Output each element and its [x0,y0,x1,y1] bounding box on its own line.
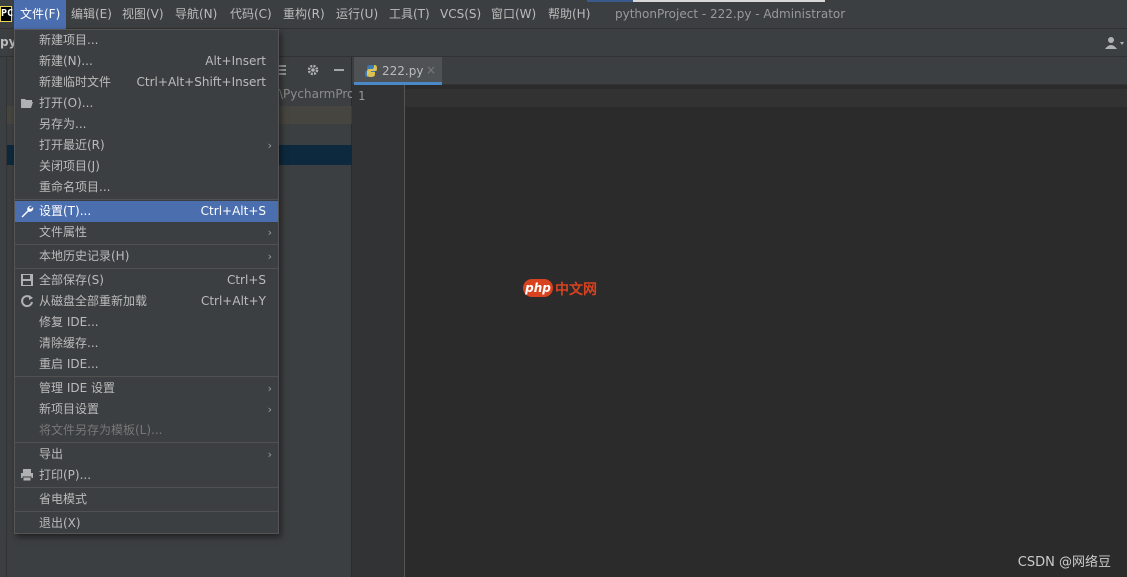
menu-item-invalidate-caches[interactable]: 清除缓存... [15,333,278,354]
menu-item-repair-ide[interactable]: 修复 IDE... [15,312,278,333]
menu-item-new-project-settings[interactable]: 新项目设置 › [15,399,278,420]
php-logo-watermark: php [523,279,553,297]
chevron-right-icon: › [267,250,272,263]
menu-item-file-properties[interactable]: 文件属性 › [15,222,278,243]
menu-help[interactable]: 帮助(H) [542,0,596,29]
menu-separator [15,442,278,443]
menu-window[interactable]: 窗口(W) [485,0,542,29]
python-file-icon [364,64,378,78]
menu-item-manage-ide-settings[interactable]: 管理 IDE 设置 › [15,378,278,399]
menu-item-rename-project[interactable]: 重命名项目... [15,177,278,198]
menu-separator [15,199,278,200]
menu-separator [15,376,278,377]
csdn-watermark: CSDN @网络豆 [1017,555,1111,570]
close-icon[interactable]: × [426,63,436,77]
menu-bar: PC 文件(F) 编辑(E) 视图(V) 导航(N) 代码(C) 重构(R) 运… [0,0,1127,29]
user-icon[interactable] [1105,36,1124,50]
chevron-right-icon: › [267,226,272,239]
menu-item-settings[interactable]: 设置(T)... Ctrl+Alt+S [15,201,278,222]
chevron-right-icon: › [267,139,272,152]
chevron-right-icon: › [267,403,272,416]
minimize-icon[interactable] [331,63,347,79]
menu-item-new[interactable]: 新建(N)... Alt+Insert [15,51,278,72]
menu-item-open-recent[interactable]: 打开最近(R) › [15,135,278,156]
current-line-highlight [405,89,1127,107]
menu-refactor[interactable]: 重构(R) [277,0,331,29]
menu-view[interactable]: 视图(V) [116,0,170,29]
menu-navigate[interactable]: 导航(N) [169,0,223,29]
menu-item-save-as[interactable]: 另存为... [15,114,278,135]
project-root-path[interactable]: \PycharmProj [279,87,352,101]
tab-222-py[interactable]: 222.py × [354,57,442,85]
menu-file[interactable]: 文件(F) [14,0,67,29]
menu-item-local-history[interactable]: 本地历史记录(H) › [15,246,278,267]
menu-item-new-project[interactable]: 新建项目... [15,30,278,51]
menu-item-open[interactable]: 打开(O)... [15,93,278,114]
left-tool-stripe [0,57,7,577]
menu-separator [15,268,278,269]
folder-open-icon [20,96,34,110]
file-dropdown-menu: 新建项目... 新建(N)... Alt+Insert 新建临时文件 Ctrl+Al… [14,29,279,534]
window-title: pythonProject - 222.py - Administrator [615,7,846,21]
menu-item-print[interactable]: 打印(P)... [15,465,278,486]
menu-item-reload-all[interactable]: 从磁盘全部重新加载 Ctrl+Alt+Y [15,291,278,312]
menu-item-new-scratch-file[interactable]: 新建临时文件 Ctrl+Alt+Shift+Insert [15,72,278,93]
menu-separator [15,487,278,488]
print-icon [20,468,34,482]
line-number: 1 [358,89,366,103]
reload-icon [20,294,34,308]
menu-tools[interactable]: 工具(T) [383,0,436,29]
menu-item-save-as-template: 将文件另存为模板(L)... [39,423,163,437]
gear-icon[interactable] [305,63,321,79]
php-site-watermark: 中文网 [555,282,597,298]
menu-item-power-save-mode[interactable]: 省电模式 [15,489,278,510]
editor-tab-bar: 222.py × [352,57,1127,85]
code-editor[interactable] [405,85,1127,577]
menu-separator [15,244,278,245]
menu-item-exit[interactable]: 退出(X) [15,513,278,534]
editor-gutter: 1 [352,85,405,577]
menu-separator [15,511,278,512]
menu-vcs[interactable]: VCS(S) [434,0,487,29]
menu-item-export[interactable]: 导出 › [15,444,278,465]
menu-item-save-all[interactable]: 全部保存(S) Ctrl+S [15,270,278,291]
tab-label: 222.py [382,64,424,78]
menu-run[interactable]: 运行(U) [330,0,384,29]
wrench-icon [20,204,34,218]
chevron-right-icon: › [267,382,272,395]
pycharm-logo-icon: PC [0,6,13,22]
menu-edit[interactable]: 编辑(E) [65,0,118,29]
menu-code[interactable]: 代码(C) [224,0,278,29]
menu-item-close-project[interactable]: 关闭项目(J) [15,156,278,177]
menu-item-restart-ide[interactable]: 重启 IDE... [15,354,278,375]
save-icon [20,273,34,287]
chevron-right-icon: › [267,448,272,461]
